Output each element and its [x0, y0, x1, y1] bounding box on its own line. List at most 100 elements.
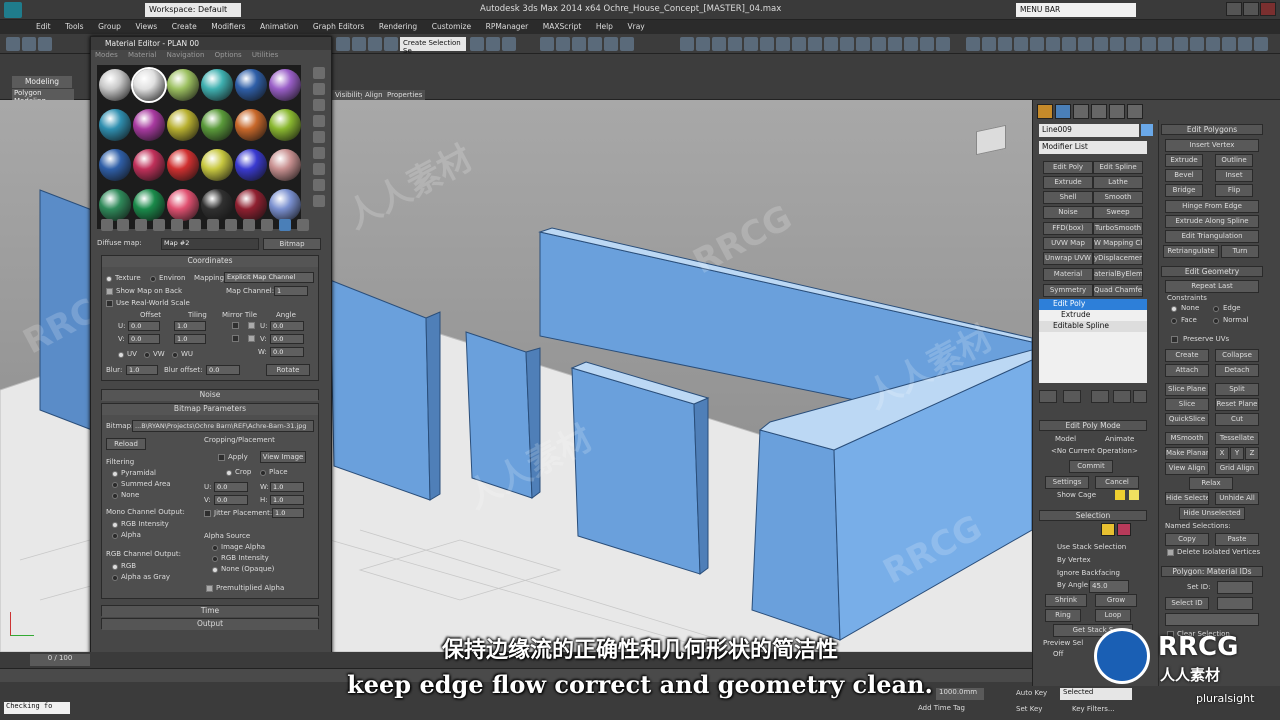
wu-radio[interactable] — [172, 352, 178, 358]
planar-z-button[interactable]: Z — [1245, 447, 1259, 460]
me-menu-modes[interactable]: Modes — [95, 51, 118, 59]
material-slot[interactable] — [133, 189, 165, 221]
jitter-checkbox[interactable] — [204, 510, 211, 517]
rgb-radio[interactable] — [112, 564, 118, 570]
configure-sets-icon[interactable] — [1133, 390, 1147, 403]
material-slot[interactable] — [269, 69, 301, 101]
stack-item-extrude[interactable]: Extrude — [1039, 310, 1147, 321]
noise-title[interactable]: Noise — [102, 390, 318, 401]
bevel-button[interactable]: Bevel — [1165, 169, 1203, 182]
v-angle-field[interactable]: 0.0 — [270, 334, 304, 344]
preserve-uvs-checkbox[interactable] — [1171, 336, 1178, 343]
show-map-icon[interactable] — [225, 219, 237, 231]
time-rollout[interactable]: Time — [101, 605, 319, 617]
mod-lathe-button[interactable]: Lathe — [1093, 176, 1143, 189]
settings-button[interactable]: Settings — [1045, 476, 1089, 489]
show-end-result-icon[interactable] — [1063, 390, 1081, 403]
mod-uvw-mapping-clear-button[interactable]: W Mapping Cle — [1093, 237, 1143, 250]
mod-edit-poly-button[interactable]: Edit Poly — [1043, 161, 1093, 174]
material-slot[interactable] — [235, 189, 267, 221]
material-slot[interactable] — [133, 109, 165, 141]
mod-noise-button[interactable]: Noise — [1043, 206, 1093, 219]
attach-button[interactable]: Attach — [1165, 364, 1209, 377]
jitter-field[interactable]: 1.0 — [272, 508, 304, 518]
material-slot[interactable] — [201, 109, 233, 141]
go-forward-icon[interactable] — [279, 219, 291, 231]
u-angle-field[interactable]: 0.0 — [270, 321, 304, 331]
relax-button[interactable]: Relax — [1189, 477, 1233, 490]
angle-field[interactable]: 45.0 — [1089, 580, 1129, 593]
polygon-subobject-icon[interactable] — [1101, 523, 1115, 536]
tool-icon[interactable] — [1046, 37, 1060, 51]
background-icon[interactable] — [313, 99, 325, 111]
plugin-icon[interactable] — [696, 37, 710, 51]
pyramidal-radio[interactable] — [112, 471, 118, 477]
plugin-icon[interactable] — [856, 37, 870, 51]
real-world-checkbox[interactable] — [106, 300, 113, 307]
material-slot[interactable] — [235, 109, 267, 141]
material-editor-window[interactable]: Material Editor - PLAN 00 Modes Material… — [90, 36, 332, 716]
mapping-dropdown[interactable]: Explicit Map Channel — [224, 272, 314, 283]
hide-selected-button[interactable]: Hide Selected — [1165, 492, 1209, 505]
app-logo-icon[interactable] — [4, 2, 22, 18]
msmooth-button[interactable]: MSmooth — [1165, 432, 1209, 445]
tool-icon[interactable] — [1158, 37, 1172, 51]
vw-radio[interactable] — [144, 352, 150, 358]
tool-icon[interactable] — [1014, 37, 1028, 51]
mod-uvw-map-button[interactable]: UVW Map — [1043, 237, 1093, 250]
align-icon[interactable] — [486, 37, 500, 51]
material-editor-icon[interactable] — [572, 37, 586, 51]
material-slot[interactable] — [99, 69, 131, 101]
slice-button[interactable]: Slice — [1165, 398, 1209, 411]
remove-modifier-icon[interactable] — [1113, 390, 1131, 403]
alpha-gray-radio[interactable] — [112, 575, 118, 581]
edit-triangulation-button[interactable]: Edit Triangulation — [1165, 230, 1259, 243]
pin-stack-icon[interactable] — [1039, 390, 1057, 403]
material-slot[interactable] — [235, 149, 267, 181]
filter-none-radio[interactable] — [112, 493, 118, 499]
crop-h-field[interactable]: 1.0 — [270, 495, 304, 505]
edit-geometry-header[interactable]: Edit Geometry — [1161, 266, 1263, 277]
ribbon-tab-modeling[interactable]: Modeling — [12, 76, 72, 88]
cage-color-swatch[interactable] — [1115, 490, 1125, 500]
v-tile-checkbox[interactable] — [248, 335, 255, 342]
select-id-button[interactable]: Select ID — [1165, 597, 1209, 610]
key-filters-button[interactable]: Key Filters... — [1072, 705, 1115, 713]
motion-tab-icon[interactable] — [1091, 104, 1107, 119]
apply-checkbox[interactable] — [218, 454, 225, 461]
mirror-icon[interactable] — [470, 37, 484, 51]
bridge-button[interactable]: Bridge — [1165, 184, 1203, 197]
collapse-button[interactable]: Collapse — [1215, 349, 1259, 362]
tool-icon[interactable] — [966, 37, 980, 51]
menu-views[interactable]: Views — [130, 20, 164, 31]
loop-button[interactable]: Loop — [1095, 609, 1131, 622]
maximize-button[interactable] — [1243, 2, 1259, 16]
grow-button[interactable]: Grow — [1095, 594, 1137, 607]
get-material-icon[interactable] — [101, 219, 113, 231]
tool-icon[interactable] — [1142, 37, 1156, 51]
plugin-icon[interactable] — [808, 37, 822, 51]
u-tiling-field[interactable]: 1.0 — [174, 321, 206, 331]
mod-shell-button[interactable]: Shell — [1043, 191, 1093, 204]
mod-material-button[interactable]: Material — [1043, 268, 1093, 281]
planar-y-button[interactable]: Y — [1230, 447, 1244, 460]
plugin-icon[interactable] — [728, 37, 742, 51]
map-name-dropdown[interactable]: Map #2 — [161, 238, 259, 250]
material-slot[interactable] — [201, 149, 233, 181]
schematic-icon[interactable] — [556, 37, 570, 51]
map-type-button[interactable]: Bitmap — [263, 238, 321, 250]
inset-button[interactable]: Inset — [1215, 169, 1253, 182]
tool-icon[interactable] — [1254, 37, 1268, 51]
undo-icon[interactable] — [6, 37, 20, 51]
flip-button[interactable]: Flip — [1215, 184, 1253, 197]
assign-to-selection-icon[interactable] — [135, 219, 147, 231]
menu-maxscript[interactable]: MAXScript — [537, 20, 588, 31]
stack-item-editable-spline[interactable]: Editable Spline — [1039, 321, 1147, 332]
snap-icon[interactable] — [336, 37, 350, 51]
crop-w-field[interactable]: 1.0 — [270, 482, 304, 492]
menu-animation[interactable]: Animation — [254, 20, 304, 31]
hinge-from-edge-button[interactable]: Hinge From Edge — [1165, 200, 1259, 213]
alpha-rgb-intensity-radio[interactable] — [212, 556, 218, 562]
slice-plane-button[interactable]: Slice Plane — [1165, 383, 1209, 396]
material-slot[interactable] — [133, 149, 165, 181]
